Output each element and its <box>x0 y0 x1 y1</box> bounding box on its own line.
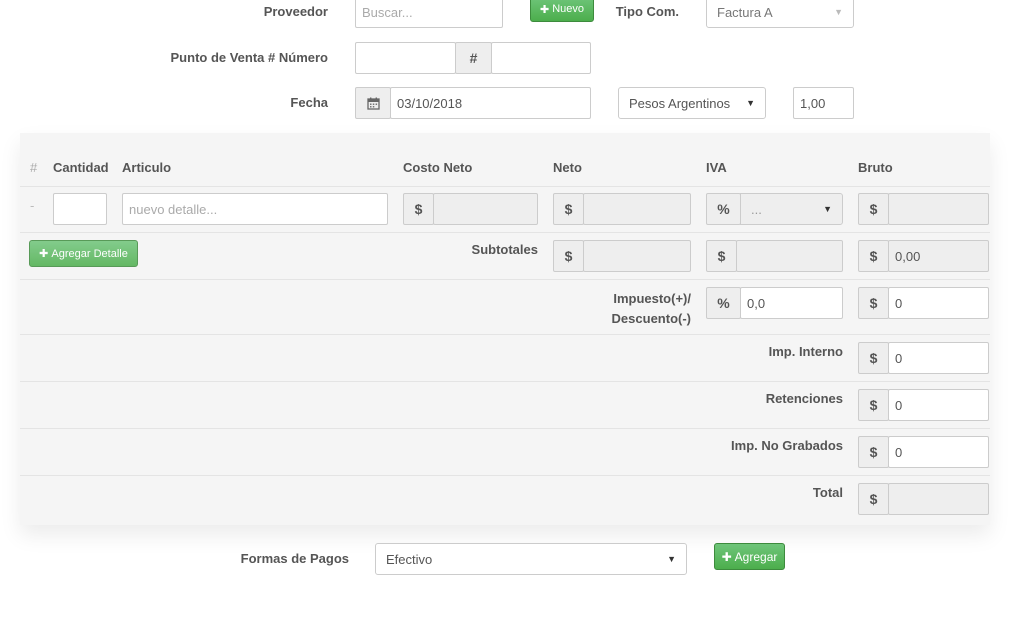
plus-icon: ✚ <box>539 3 550 16</box>
subtotal-bruto-input[interactable]: 0,00 <box>888 240 989 272</box>
dollar-icon: $ <box>858 240 889 272</box>
total-input[interactable] <box>888 483 989 515</box>
percent-icon: % <box>706 287 741 319</box>
imp-interno-input[interactable]: 0 <box>888 342 989 374</box>
fecha-value: 03/10/2018 <box>397 95 463 111</box>
impuesto-label: Impuesto(+)/ Descuento(-) <box>580 289 691 329</box>
divider <box>20 186 990 187</box>
impuesto-label-line1: Impuesto(+)/ <box>613 291 691 306</box>
tipo-com-value: Factura A <box>717 4 773 20</box>
divider <box>20 475 990 476</box>
hash-addon: # <box>455 42 492 74</box>
iva-select[interactable]: ... ▼ <box>740 193 843 225</box>
cotizacion-value: 1,00 <box>800 95 826 111</box>
impuesto-percent-value: 0,0 <box>747 295 766 311</box>
subtotal-bruto-value: 0,00 <box>895 248 921 264</box>
agregar-detalle-label: Agregar Detalle <box>51 247 128 260</box>
proveedor-placeholder: Buscar... <box>362 4 413 20</box>
divider <box>20 428 990 429</box>
dollar-icon: $ <box>858 342 889 374</box>
col-bruto: Bruto <box>858 160 893 175</box>
proveedor-search-input[interactable]: Buscar... <box>355 0 503 28</box>
col-cantidad: Cantidad <box>53 160 109 175</box>
formas-pago-label: Formas de Pagos <box>240 551 349 566</box>
nuevo-button-label: Nuevo <box>552 3 584 15</box>
chevron-down-icon: ▼ <box>667 554 676 564</box>
total-label: Total <box>812 485 843 500</box>
iva-value: ... <box>751 201 762 217</box>
plus-icon: ✚ <box>39 248 49 260</box>
dollar-icon: $ <box>553 193 584 225</box>
detalle-panel <box>20 133 990 525</box>
subtotal-iva-input[interactable] <box>736 240 843 272</box>
divider <box>20 232 990 233</box>
imp-interno-label: Imp. Interno <box>768 344 843 359</box>
punto-venta-input[interactable] <box>355 42 456 74</box>
col-neto: Neto <box>553 160 582 175</box>
chevron-down-icon: ▼ <box>834 7 843 17</box>
agregar-pago-button[interactable]: ✚ Agregar <box>714 543 785 570</box>
impuesto-label-line2: Descuento(-) <box>611 311 691 326</box>
fecha-label: Fecha <box>290 95 328 110</box>
dollar-icon: $ <box>553 240 584 272</box>
impuesto-value-input[interactable]: 0 <box>888 287 989 319</box>
subtotal-neto-input[interactable] <box>583 240 691 272</box>
col-costo-neto: Costo Neto <box>403 160 473 175</box>
retenciones-label: Retenciones <box>765 391 843 406</box>
tipo-com-label: Tipo Com. <box>615 4 679 19</box>
imp-no-grabados-value: 0 <box>895 444 903 460</box>
cotizacion-input[interactable]: 1,00 <box>793 87 854 119</box>
col-articulo: Articulo <box>122 160 172 175</box>
col-iva: IVA <box>706 160 727 175</box>
dollar-icon: $ <box>858 287 889 319</box>
subtotales-label: Subtotales <box>471 242 538 257</box>
moneda-select[interactable]: Pesos Argentinos ▼ <box>618 87 766 119</box>
tipo-com-select[interactable]: Factura A ▼ <box>706 0 854 28</box>
dollar-icon: $ <box>403 193 434 225</box>
agregar-detalle-button[interactable]: ✚ Agregar Detalle <box>29 240 138 267</box>
fecha-input[interactable]: 03/10/2018 <box>390 87 591 119</box>
impuesto-value: 0 <box>895 295 903 311</box>
divider <box>20 381 990 382</box>
articulo-placeholder: nuevo detalle... <box>129 201 218 217</box>
divider <box>20 334 990 335</box>
dollar-icon: $ <box>858 389 889 421</box>
impuesto-percent-input[interactable]: 0,0 <box>740 287 843 319</box>
imp-no-grabados-label: Imp. No Grabados <box>731 438 843 453</box>
moneda-value: Pesos Argentinos <box>629 95 731 111</box>
numero-input[interactable] <box>491 42 591 74</box>
percent-icon: % <box>706 193 741 225</box>
bruto-input[interactable] <box>888 193 989 225</box>
nuevo-proveedor-button[interactable]: ✚ Nuevo <box>530 0 594 22</box>
plus-icon: ✚ <box>721 549 732 564</box>
formas-pago-select[interactable]: Efectivo ▼ <box>375 543 687 575</box>
cantidad-input[interactable] <box>53 193 107 225</box>
retenciones-input[interactable]: 0 <box>888 389 989 421</box>
row-index: - <box>30 198 35 213</box>
dollar-icon: $ <box>858 193 889 225</box>
costo-neto-input[interactable] <box>433 193 538 225</box>
neto-input[interactable] <box>583 193 691 225</box>
proveedor-label: Proveedor <box>263 4 328 19</box>
imp-no-grabados-input[interactable]: 0 <box>888 436 989 468</box>
chevron-down-icon: ▼ <box>823 204 832 214</box>
chevron-down-icon: ▼ <box>746 98 755 108</box>
articulo-input[interactable]: nuevo detalle... <box>122 193 388 225</box>
formas-pago-value: Efectivo <box>386 551 433 567</box>
agregar-pago-label: Agregar <box>734 549 778 564</box>
calendar-icon[interactable] <box>355 87 391 119</box>
retenciones-value: 0 <box>895 397 903 413</box>
dollar-icon: $ <box>706 240 737 272</box>
dollar-icon: $ <box>858 483 889 515</box>
punto-venta-label: Punto de Venta # Número <box>170 50 328 65</box>
divider <box>20 279 990 280</box>
dollar-icon: $ <box>858 436 889 468</box>
imp-interno-value: 0 <box>895 350 903 366</box>
col-num: # <box>30 160 38 175</box>
